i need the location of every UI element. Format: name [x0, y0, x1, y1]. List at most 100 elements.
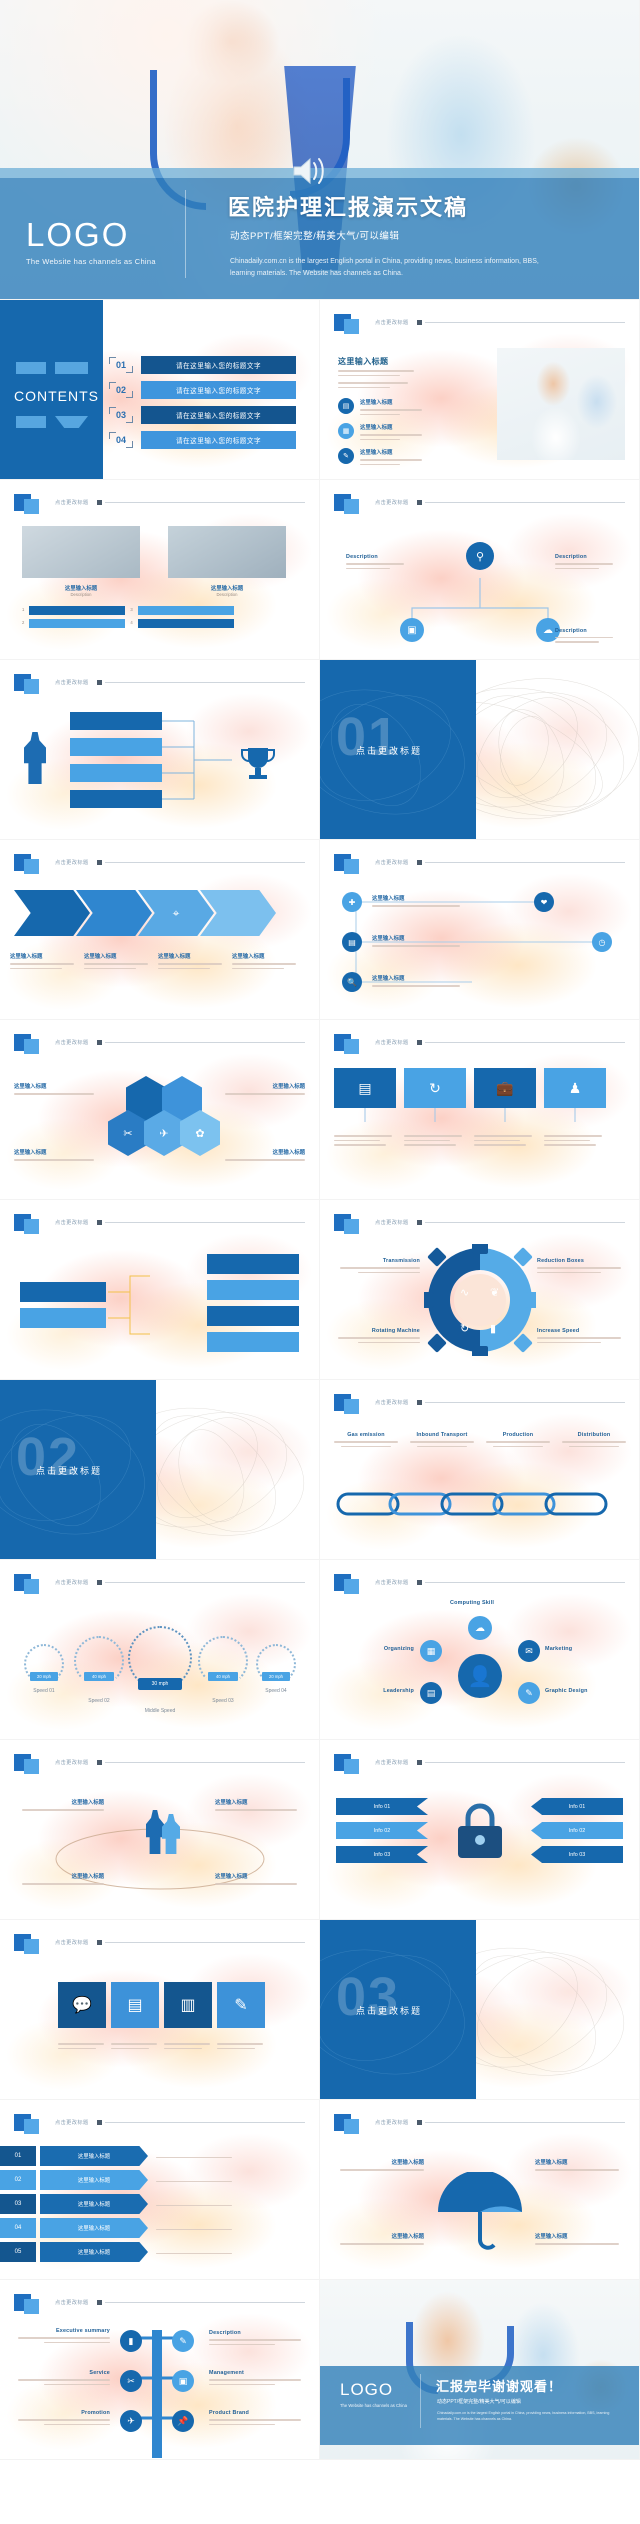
skill-icon-left[interactable]: ▦ — [420, 1640, 442, 1662]
node-top[interactable]: ⚲ — [466, 542, 494, 570]
list-row[interactable]: 03 这里输入标题 — [0, 2194, 266, 2214]
timeline-node[interactable]: ✚ — [342, 892, 362, 912]
list-row[interactable]: 01 这里输入标题 — [0, 2146, 266, 2166]
flow-node[interactable] — [70, 790, 162, 808]
slide-two-photos[interactable]: 点击更改标题 这里输入标题 Description 这里输入标题 Descrip… — [0, 480, 320, 660]
chevron-step[interactable] — [14, 890, 90, 936]
feature-item[interactable]: ▤ 这里输入标题 — [338, 398, 422, 416]
ribbon-right[interactable]: Info 02 — [531, 1822, 623, 1839]
speech-card[interactable]: 💬 — [58, 1982, 106, 2028]
body-line — [156, 2204, 232, 2207]
tree-node[interactable]: ✂ — [120, 2370, 142, 2392]
flow-node[interactable] — [70, 738, 162, 756]
body-line — [58, 2047, 96, 2050]
timeline-node[interactable]: ❤ — [534, 892, 554, 912]
tree-node[interactable]: ✎ — [172, 2330, 194, 2352]
slide-icon-cards[interactable]: 点击更改标题 ▤ ↻ 💼 ♟ — [320, 1020, 640, 1200]
speech-card[interactable]: ▤ — [111, 1982, 159, 2028]
node-left[interactable]: ▣ — [400, 618, 424, 642]
slide-hexagons[interactable]: 点击更改标题 ✂ ✈ ✿ 这里输入标题 这里输入标题 这里输入标题 这里输入标题 — [0, 1020, 320, 1200]
skill-icon-top[interactable]: ☁ — [468, 1616, 492, 1640]
tree-caption: Description — [209, 2330, 305, 2346]
icon-card[interactable]: ♟ — [544, 1068, 606, 1108]
ribbon-right[interactable]: Info 03 — [531, 1846, 623, 1863]
ribbon-left[interactable]: Info 03 — [336, 1846, 428, 1863]
slide-timeline-circles[interactable]: 点击更改标题 ✚ ❤ ▤ ◷ 🔍 这里输入标题 这里输入标题 这里输入标题 — [320, 840, 640, 1020]
list-row[interactable]: 05 这里输入标题 — [0, 2242, 266, 2262]
slide-contents[interactable]: CONTENTS 01 请在这里输入您的标题文字 02 请在这里输入您的标题文字… — [0, 300, 320, 480]
process-box[interactable] — [207, 1254, 299, 1274]
flow-node[interactable] — [70, 764, 162, 782]
slide-umbrella[interactable]: 点击更改标题 这里输入标题 这里输入标题 这里输入标题 这里输入标题 — [320, 2100, 640, 2280]
list-row[interactable]: 02 这里输入标题 — [0, 2170, 266, 2190]
slide-numbered-list[interactable]: 点击更改标题 01 这里输入标题 02 这里输入标题 03 这里输入标题 04 — [0, 2100, 320, 2280]
toc-item[interactable]: 04 请在这里输入您的标题文字 — [108, 431, 297, 449]
slide-divider-01[interactable]: 01 点击更改标题 — [320, 660, 640, 840]
flow-node[interactable] — [70, 712, 162, 730]
tree-node[interactable]: ✈ — [120, 2410, 142, 2432]
ribbon-left[interactable]: Info 02 — [336, 1822, 428, 1839]
list-row[interactable]: 04 这里输入标题 — [0, 2218, 266, 2238]
speech-card[interactable]: ▥ — [164, 1982, 212, 2028]
trophy-icon — [241, 748, 275, 779]
toc-item[interactable]: 02 请在这里输入您的标题文字 — [108, 381, 297, 399]
timeline-node[interactable]: ◷ — [592, 932, 612, 952]
skill-icon-right[interactable]: ✉ — [518, 1640, 540, 1662]
chain-label: Production — [502, 1432, 534, 1438]
body-line — [474, 1135, 532, 1137]
slide-padlock[interactable]: 点击更改标题 Info 01 Info 02 Info 03 Info 01 I… — [320, 1740, 640, 1920]
slide-header: 点击更改标题 — [334, 311, 625, 334]
icon-card[interactable]: 💼 — [474, 1068, 536, 1108]
slide-node-diagram[interactable]: 点击更改标题 ⚲ ▣ ☁ Description Description Des… — [320, 480, 640, 660]
ribbon-left[interactable]: Info 01 — [336, 1798, 428, 1815]
slide-cover[interactable]: LOGO The Website has channels as China 医… — [0, 0, 640, 300]
body-line — [338, 374, 400, 377]
slide-process-boxes[interactable]: 点击更改标题 — [0, 1200, 320, 1380]
toc-item[interactable]: 03 请在这里输入您的标题文字 — [108, 406, 297, 424]
person-icon[interactable]: 👤 — [458, 1654, 502, 1698]
process-box[interactable] — [207, 1332, 299, 1352]
slide-orbit-people[interactable]: 点击更改标题 这里输入标题 这里输入标题 这里输入标题 这里输入标题 — [0, 1740, 320, 1920]
ribbon-right[interactable]: Info 01 — [531, 1798, 623, 1815]
slide-header-label: 点击更改标题 — [55, 2120, 89, 2126]
toc-item[interactable]: 01 请在这里输入您的标题文字 — [108, 356, 297, 374]
slide-skills[interactable]: 点击更改标题 Computing Skill ☁ 👤 ▦ ▤ ✉ ✎ Organ… — [320, 1560, 640, 1740]
slide-divider-02[interactable]: 02 点击更改标题 — [0, 1380, 320, 1560]
speech-tail — [121, 2021, 135, 2035]
tree-node[interactable]: ▮ — [120, 2330, 142, 2352]
slide-flow-trophy[interactable]: 点击更改标题 — [0, 660, 320, 840]
skill-icon-right[interactable]: ✎ — [518, 1682, 540, 1704]
slide-speech-cards[interactable]: 点击更改标题 💬 ▤ ▥ ✎ — [0, 1920, 320, 2100]
contents-glyph — [16, 416, 46, 428]
process-box[interactable] — [20, 1282, 106, 1302]
feature-item[interactable]: ✎ 这里输入标题 — [338, 448, 422, 466]
umbrella-caption: 这里输入标题 — [336, 2158, 424, 2171]
orbit-caption: 这里输入标题 — [215, 1798, 303, 1811]
skill-icon-left[interactable]: ▤ — [420, 1682, 442, 1704]
gauge-label: Speed 01 — [33, 1688, 55, 1694]
slide-intro-photo[interactable]: 点击更改标题 这里输入标题 ▤ 这里输入标题 ▦ 这里输入标题 ✎ 这里输入标题 — [320, 300, 640, 480]
slide-chain[interactable]: 点击更改标题 Gas emission Inbound Transport Pr… — [320, 1380, 640, 1560]
timeline-caption: 这里输入标题 — [372, 894, 472, 907]
timeline-node[interactable]: ▤ — [342, 932, 362, 952]
slide-speedometers[interactable]: 点击更改标题 20 mph Speed 01 40 mph Speed 02 3… — [0, 1560, 320, 1740]
icon-card[interactable]: ↻ — [404, 1068, 466, 1108]
header-rule — [424, 2122, 625, 2123]
speech-card[interactable]: ✎ — [217, 1982, 265, 2028]
tree-node[interactable]: ▣ — [172, 2370, 194, 2392]
node-caption: Description — [555, 628, 617, 643]
slide-tree[interactable]: 点击更改标题 ▮ ✎ ✂ ▣ ✈ 📌 Executive summary Des… — [0, 2280, 320, 2460]
timeline-node[interactable]: 🔍 — [342, 972, 362, 992]
process-box[interactable] — [207, 1306, 299, 1326]
caption-title: 这里输入标题 — [232, 954, 265, 960]
slide-gear[interactable]: 点击更改标题 ∿ ❦ ↻ ▮ Transmission Reduction Bo… — [320, 1200, 640, 1380]
icon-card[interactable]: ▤ — [334, 1068, 396, 1108]
tree-node[interactable]: 📌 — [172, 2410, 194, 2432]
process-box[interactable] — [20, 1308, 106, 1328]
slide-closing[interactable]: LOGO The Website has channels as China 汇… — [320, 2280, 640, 2460]
slide-divider-03[interactable]: 03 点击更改标题 — [320, 1920, 640, 2100]
process-box[interactable] — [207, 1280, 299, 1300]
body-line — [555, 636, 613, 639]
feature-item[interactable]: ▦ 这里输入标题 — [338, 423, 422, 441]
slide-chevrons[interactable]: 点击更改标题 ⌖ 这里输入标题 这里输入标题 这里输入标题 这里输入标题 — [0, 840, 320, 1020]
